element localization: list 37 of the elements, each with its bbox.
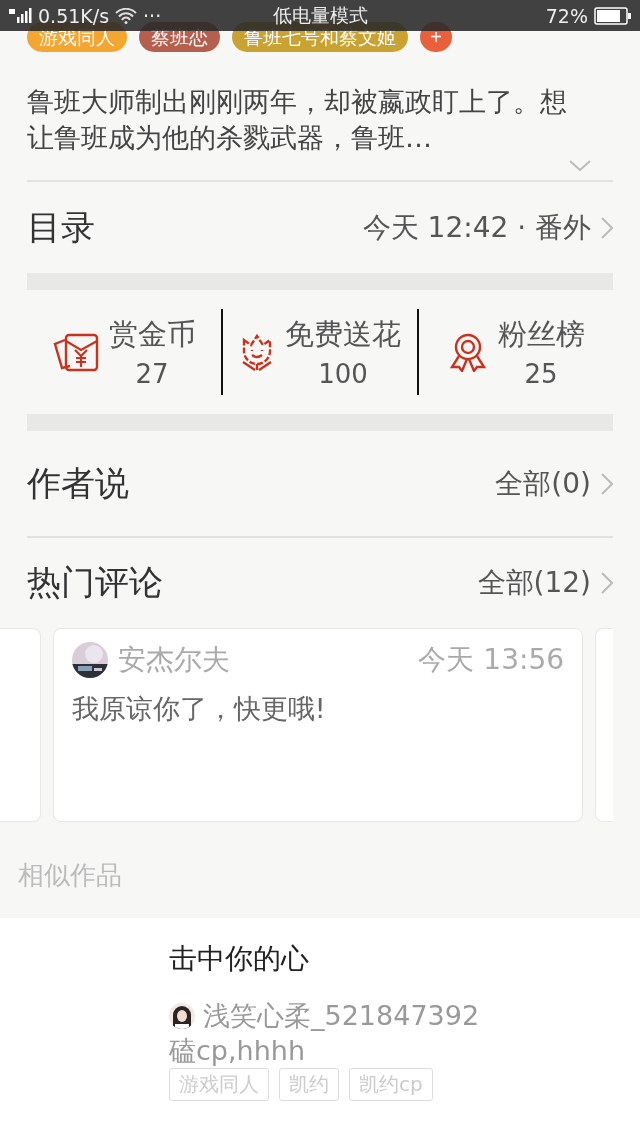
comment-time: 今天 13:56 [418,642,565,678]
author-says-row[interactable]: 作者说 全部(0) [27,431,613,536]
reward-item[interactable]: 免费送花 100 [223,315,417,389]
section-title: 相似作品 [0,822,640,918]
description-text: 鲁班大师制出刚刚两年，却被嬴政盯上了。想让鲁班成为他的杀戮武器，鲁班… [27,85,568,155]
latest-chapter: 今天 12:42 · 番外 [362,209,591,246]
comment-text: 我原谅你了，快更哦! [71,692,327,726]
hot-comments-row[interactable]: 热门评论 全部(12) [27,538,613,628]
view-all-link: 全部(12) [477,565,591,601]
section-title: 作者说 [27,461,130,505]
wifi-icon [115,7,138,24]
reward-item[interactable]: 赏金币 27 [27,315,221,389]
catalog-row[interactable]: 目录 今天 12:42 · 番外 [27,182,613,273]
work-title: 击中你的心 [169,941,309,977]
reward-count: 25 [524,359,558,389]
comment-card[interactable]: 安杰尔夫 今天 13:56 我原谅你了，快更哦! [52,628,584,822]
chevron-right-icon [601,216,613,239]
battery-icon [594,6,632,25]
battery-percent: 72% [545,4,588,27]
section-title: 热门评论 [27,561,164,604]
chevron-right-icon [601,572,613,594]
view-all-link: 全部(0) [495,465,591,502]
work-summary: 磕cp,hhhh [169,1034,305,1068]
reward-label: 粉丝榜 [497,316,585,353]
signal-icon [8,6,32,25]
author-name: 浅笑心柔_521847392 [203,999,480,1033]
reward-label: 免费送花 [285,316,401,353]
medal-icon [447,332,488,372]
envelope-icon [52,332,99,372]
expand-icon[interactable] [569,160,591,172]
comment-username: 安杰尔夫 [117,642,231,678]
reward-count: 100 [318,359,368,389]
chevron-right-icon [601,472,613,495]
reward-item[interactable]: 粉丝榜 25 [419,315,613,389]
reward-count: 27 [135,359,169,389]
section-title: 目录 [27,205,96,249]
reward-label: 赏金币 [108,316,196,353]
